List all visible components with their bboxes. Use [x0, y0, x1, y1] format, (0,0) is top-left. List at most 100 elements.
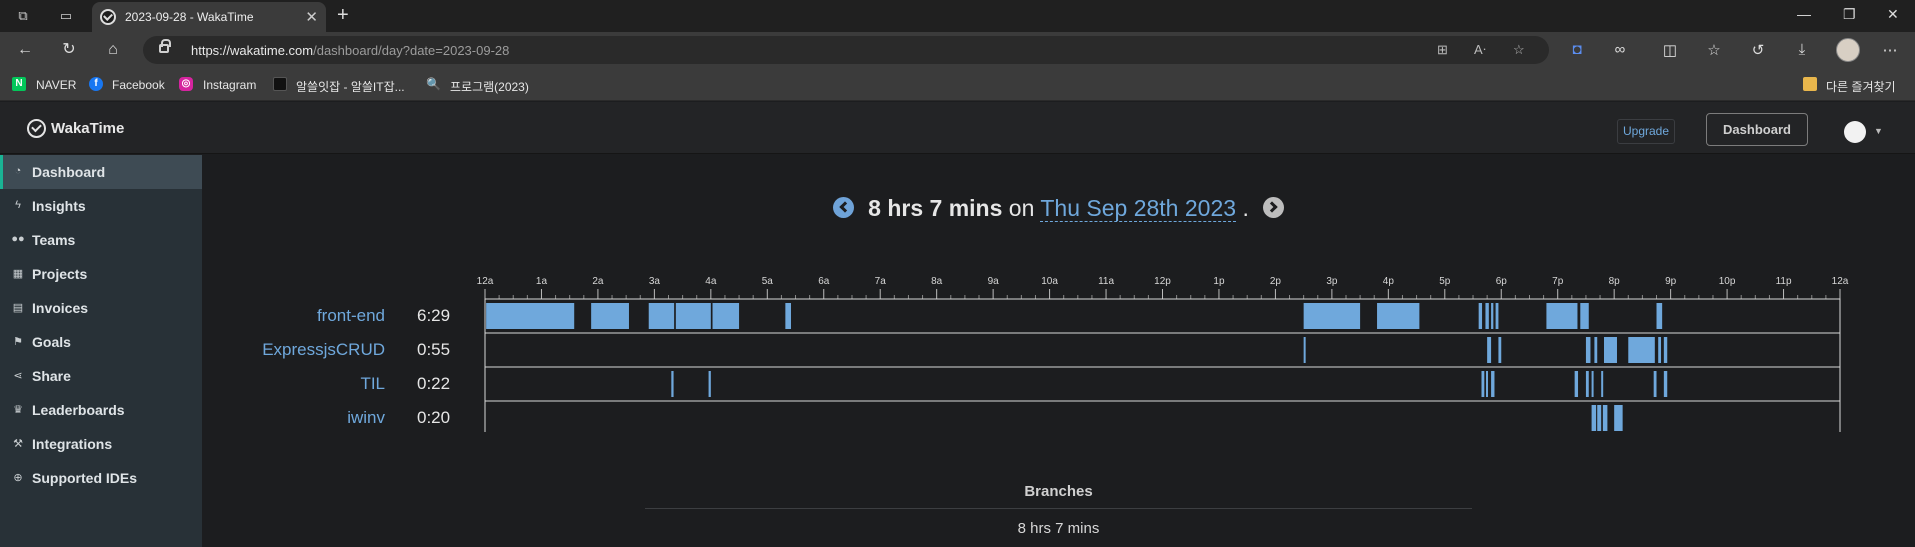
- app-available-icon[interactable]: ⊞: [1437, 42, 1448, 58]
- user-avatar[interactable]: [1844, 121, 1866, 143]
- minimize-icon[interactable]: —: [1797, 6, 1811, 22]
- date-picker-link[interactable]: Thu Sep 28th 2023: [1040, 195, 1237, 222]
- sidebar-item-projects[interactable]: ▦ Projects: [0, 257, 202, 291]
- day-total-time: 8 hrs 7 mins: [868, 195, 1003, 221]
- workspaces-icon[interactable]: ⧉: [14, 7, 32, 25]
- activity-segment: [1486, 371, 1489, 397]
- restore-icon[interactable]: ❐: [1843, 6, 1856, 23]
- tab-actions-icon[interactable]: ▭: [57, 7, 75, 25]
- project-duration: 0:22: [417, 374, 450, 393]
- favorites-icon[interactable]: ☆: [1704, 41, 1724, 59]
- activity-segment: [1546, 303, 1578, 329]
- timeline-row-3: [484, 400, 1841, 432]
- day-navigation: 8 hrs 7 mins on Thu Sep 28th 2023 .: [202, 195, 1915, 222]
- project-name-link[interactable]: iwinv: [347, 408, 385, 427]
- bookmarks-bar: N NAVER f Facebook ◎ Instagram 알쓸잇잡 - 알쓸…: [0, 68, 1915, 101]
- read-aloud-icon[interactable]: Aᐧ: [1474, 42, 1486, 58]
- branches-heading: Branches: [1024, 483, 1093, 500]
- project-name-link[interactable]: ExpressjsCRUD: [262, 340, 385, 359]
- x-tick-label: 10p: [1719, 276, 1736, 287]
- x-tick-label: 11p: [1776, 276, 1792, 287]
- dashboard-button[interactable]: Dashboard: [1706, 113, 1808, 146]
- sidebar-item-goals[interactable]: ⚑ Goals: [0, 325, 202, 359]
- branches-total: 8 hrs 7 mins: [1017, 520, 1100, 537]
- activity-segment: [1628, 337, 1655, 363]
- plus-circle-icon: ⊕: [13, 472, 23, 484]
- x-tick-label: 8a: [931, 276, 943, 287]
- more-menu-icon[interactable]: ⋯: [1880, 41, 1900, 59]
- favorite-star-icon[interactable]: ☆: [1513, 42, 1525, 58]
- activity-segment: [1591, 371, 1594, 397]
- address-bar[interactable]: https://wakatime.com/dashboard/day?date=…: [143, 36, 1549, 64]
- search-icon: 🔍: [426, 77, 441, 91]
- refresh-icon[interactable]: ↻: [59, 40, 79, 60]
- sidebar-item-dashboard[interactable]: ◔ Dashboard: [0, 155, 202, 189]
- browser-profile-avatar[interactable]: [1836, 38, 1860, 62]
- sidebar-item-share[interactable]: ⋖ Share: [0, 359, 202, 393]
- sidebar-item-insights[interactable]: ϟ Insights: [0, 189, 202, 223]
- extension-shield-icon[interactable]: ◘: [1567, 41, 1587, 58]
- close-window-icon[interactable]: ✕: [1887, 6, 1899, 23]
- x-tick-label: 10a: [1041, 276, 1058, 287]
- activity-segment: [671, 371, 674, 397]
- brand-name[interactable]: WakaTime: [51, 120, 124, 137]
- sidebar-item-supported-ides[interactable]: ⊕ Supported IDEs: [0, 461, 202, 495]
- x-tick-label: 7a: [875, 276, 887, 287]
- activity-segment: [1601, 371, 1604, 397]
- x-tick-label: 2p: [1270, 276, 1282, 287]
- activity-segment: [785, 303, 792, 329]
- activity-segment: [1303, 303, 1361, 329]
- project-name-link[interactable]: front-end: [317, 306, 385, 325]
- activity-segment: [712, 303, 740, 329]
- bookmark-facebook[interactable]: Facebook: [112, 78, 165, 92]
- split-screen-icon[interactable]: ◫: [1660, 41, 1680, 59]
- x-tick-label: 2a: [592, 276, 604, 287]
- next-day-icon[interactable]: [1263, 197, 1285, 218]
- project-name-link[interactable]: TIL: [360, 374, 385, 393]
- activity-segment: [1495, 303, 1499, 329]
- other-bookmarks[interactable]: 다른 즐겨찾기: [1826, 78, 1896, 95]
- x-tick-label: 6p: [1496, 276, 1508, 287]
- chevron-down-icon[interactable]: ▼: [1874, 126, 1883, 136]
- url-text[interactable]: https://wakatime.com/dashboard/day?date=…: [191, 43, 509, 58]
- activity-segment: [1377, 303, 1420, 329]
- sidebar-item-teams[interactable]: ●● Teams: [0, 223, 202, 257]
- activity-segment: [1491, 303, 1494, 329]
- bookmark-alsseul[interactable]: 알쓸잇잡 - 알쓸IT잡...: [296, 78, 405, 95]
- sidebar-item-label: Dashboard: [32, 164, 106, 180]
- sidebar-item-invoices[interactable]: ▤ Invoices: [0, 291, 202, 325]
- browser-tab-active[interactable]: 2023-09-28 - WakaTime ✕: [92, 2, 326, 32]
- history-icon[interactable]: ↺: [1748, 41, 1768, 59]
- previous-day-icon[interactable]: [832, 197, 854, 218]
- home-icon[interactable]: ⌂: [103, 40, 123, 60]
- project-duration: 6:29: [417, 306, 450, 325]
- wakatime-header: WakaTime Upgrade Dashboard ▼: [0, 102, 1915, 154]
- tab-title: 2023-09-28 - WakaTime: [125, 10, 254, 24]
- downloads-icon[interactable]: ⤓: [1792, 41, 1812, 58]
- file-icon: ▤: [12, 302, 24, 314]
- extension-glasses-icon[interactable]: ∞: [1610, 41, 1630, 58]
- tachometer-icon: ◔: [14, 165, 22, 177]
- bookmark-instagram[interactable]: Instagram: [203, 78, 256, 92]
- tab-close-icon[interactable]: ✕: [305, 8, 318, 26]
- back-icon[interactable]: ←: [15, 40, 35, 60]
- project-duration: 0:20: [417, 408, 450, 427]
- activity-segment: [1653, 371, 1657, 397]
- naver-icon: N: [12, 77, 26, 91]
- wakatime-logo-icon[interactable]: [27, 119, 46, 138]
- activity-segment: [675, 303, 711, 329]
- x-tick-label: 3a: [649, 276, 661, 287]
- wrench-icon: ⚒: [13, 438, 23, 450]
- facebook-icon: f: [89, 77, 103, 91]
- bookmark-program[interactable]: 프로그램(2023): [450, 78, 529, 95]
- activity-segment: [1487, 337, 1492, 363]
- sidebar-item-label: Integrations: [32, 436, 113, 452]
- sidebar-item-label: Goals: [32, 334, 71, 350]
- lock-icon[interactable]: [159, 39, 171, 53]
- activity-segment: [1478, 303, 1483, 329]
- new-tab-icon[interactable]: +: [337, 4, 349, 27]
- upgrade-button[interactable]: Upgrade: [1617, 119, 1675, 144]
- sidebar-item-leaderboards[interactable]: ♛ Leaderboards: [0, 393, 202, 427]
- sidebar-item-integrations[interactable]: ⚒ Integrations: [0, 427, 202, 461]
- bookmark-naver[interactable]: NAVER: [36, 78, 76, 92]
